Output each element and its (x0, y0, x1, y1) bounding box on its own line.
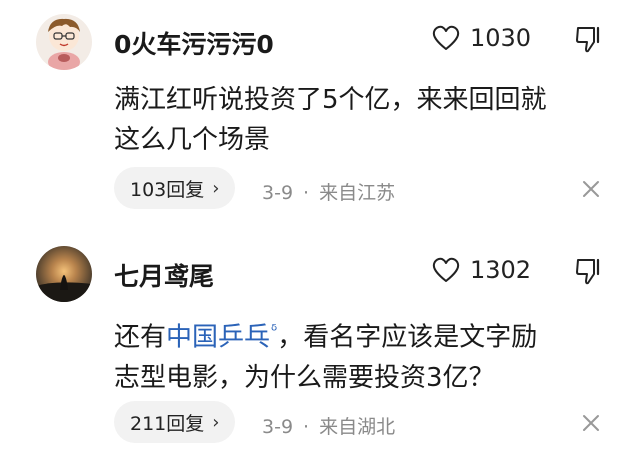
chevron-right-icon: › (212, 177, 220, 199)
like-button[interactable]: 1030 (432, 24, 531, 52)
replies-button[interactable]: 211回复 › (114, 401, 236, 443)
avatar[interactable] (36, 14, 92, 70)
chevron-right-icon: › (212, 411, 220, 433)
username[interactable]: 0火车污污污0 (114, 25, 274, 61)
like-button[interactable]: 1302 (432, 256, 531, 284)
separator-dot: · (303, 416, 310, 438)
heart-outline-icon (432, 25, 460, 50)
username[interactable]: 七月鸢尾 (114, 257, 214, 293)
like-count: 1302 (470, 256, 532, 284)
comment-text-post: ，看名字应该是文字励 (277, 322, 538, 353)
comment-location: 来自湖北 (319, 416, 396, 438)
thumbs-down-icon (576, 258, 600, 285)
separator-dot: · (303, 182, 310, 204)
heart-outline-icon (432, 257, 460, 282)
replies-label: 103回复 (130, 178, 205, 201)
comment-text: 满江红听说投资了5个亿，来来回回就 这么几个场景 (114, 80, 614, 160)
thumbs-down-icon (576, 26, 600, 53)
close-icon (583, 181, 599, 197)
comment-text-pre: 还有 (114, 322, 167, 353)
close-icon (583, 415, 599, 431)
like-count: 1030 (470, 24, 532, 52)
comment-text: 还有中国乒乓ᵟ，看名字应该是文字励 志型电影，为什么需要投资3亿？ (114, 311, 614, 398)
replies-button[interactable]: 103回复 › (114, 167, 236, 209)
comment-meta: 3-9 · 来自江苏 (262, 178, 395, 205)
comment-meta: 3-9 · 来自湖北 (262, 412, 395, 439)
replies-label: 211回复 (130, 412, 205, 435)
comment-line: 满江红听说投资了5个亿，来来回回就 (114, 85, 547, 115)
comment-date: 3-9 (262, 416, 294, 438)
search-link[interactable]: 中国乒乓 (166, 323, 270, 353)
comment-location: 来自江苏 (319, 182, 396, 204)
dislike-button[interactable] (574, 24, 604, 54)
close-button[interactable] (580, 178, 602, 200)
comment-line: 还有中国乒乓ᵟ，看名字应该是文字励 (114, 311, 614, 358)
comment-line: 这么几个场景 (114, 125, 271, 155)
comment-line: 志型电影，为什么需要投资3亿？ (114, 362, 495, 393)
close-button[interactable] (580, 412, 602, 434)
dislike-button[interactable] (574, 256, 604, 286)
comment-date: 3-9 (262, 182, 294, 204)
avatar[interactable] (36, 246, 92, 302)
